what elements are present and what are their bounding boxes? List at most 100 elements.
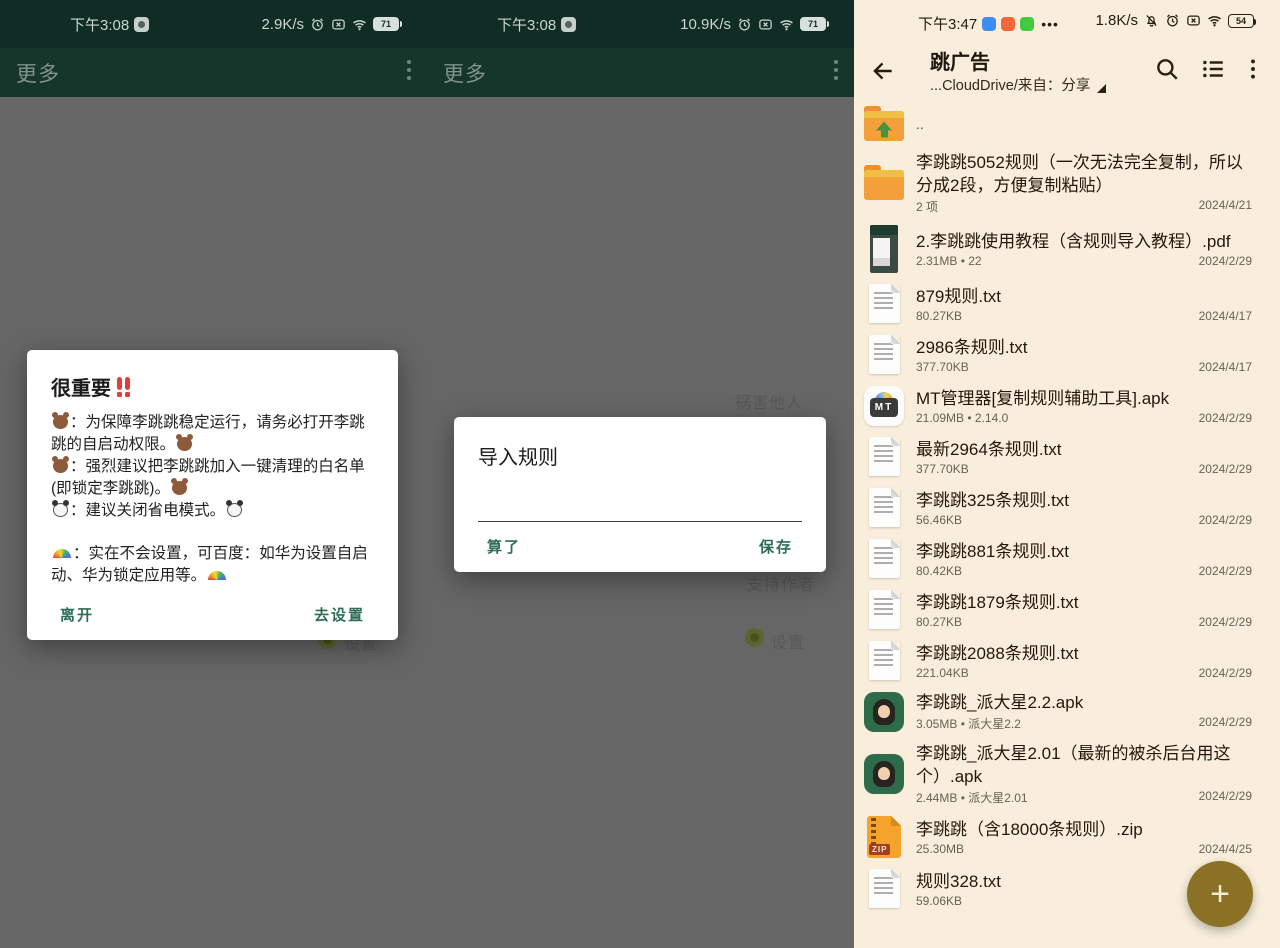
file-date: 2024/2/29 xyxy=(1199,564,1252,578)
toolbar: 跳广告 ...CloudDrive/来自：分享 xyxy=(854,44,1280,102)
status-bar: 下午3:08 2.9K/s 71 xyxy=(0,0,427,48)
file-meta: 21.09MB • 2.14.0 xyxy=(916,411,1008,425)
folder-icon xyxy=(864,170,904,200)
file-row[interactable]: 李跳跳2088条规则.txt 221.04KB 2024/2/29 xyxy=(854,635,1280,686)
notification-chip-icon xyxy=(982,17,996,31)
no-sim-icon xyxy=(758,17,773,32)
file-row[interactable]: .. xyxy=(854,102,1280,146)
back-arrow-icon[interactable] xyxy=(870,58,896,84)
file-name: 879规则.txt xyxy=(916,285,1252,308)
file-name: 李跳跳（含18000条规则）.zip xyxy=(916,818,1252,841)
mt-manager-apk-icon: MT xyxy=(864,386,904,426)
net-speed: 10.9K/s xyxy=(680,16,731,33)
file-meta: 2.44MB • 派大星2.01 xyxy=(916,789,1028,806)
file-name: 最新2964条规则.txt xyxy=(916,438,1252,461)
panel-right-file-manager: 下午3:47 ••• 1.8K/s 54 跳广告 ...CloudDrive/来… xyxy=(854,0,1280,948)
leave-button[interactable]: 离开 xyxy=(60,604,94,625)
file-row[interactable]: 李跳跳5052规则（一次无法完全复制，所以分成2段，方便复制粘贴） 2 项 20… xyxy=(854,146,1280,220)
file-date: 2024/2/29 xyxy=(1199,254,1252,268)
rules-input[interactable] xyxy=(478,496,802,522)
file-meta: 80.27KB xyxy=(916,615,962,629)
double-exclamation-icon xyxy=(117,377,130,397)
bg-item-harm: 祸害他人 xyxy=(735,389,803,413)
file-row[interactable]: 最新2964条规则.txt 377.70KB 2024/2/29 xyxy=(854,431,1280,482)
file-row[interactable]: 2986条规则.txt 377.70KB 2024/4/17 xyxy=(854,329,1280,380)
no-sim-icon xyxy=(1186,13,1201,28)
notification-chip-icon xyxy=(1020,17,1034,31)
file-date: 2024/4/25 xyxy=(1199,842,1252,856)
file-date: 2024/2/29 xyxy=(1199,615,1252,629)
file-row[interactable]: 李跳跳_派大星2.2.apk 3.05MB • 派大星2.2 2024/2/29 xyxy=(854,686,1280,737)
go-settings-button[interactable]: 去设置 xyxy=(314,604,365,625)
up-arrow-icon xyxy=(876,122,892,131)
file-name: MT管理器[复制规则辅助工具].apk xyxy=(916,387,1252,410)
battery-icon: 71 xyxy=(800,17,826,31)
file-date: 2024/4/17 xyxy=(1199,309,1252,323)
bear-emoji-icon xyxy=(172,481,187,495)
file-row[interactable]: 李跳跳325条规则.txt 56.46KB 2024/2/29 xyxy=(854,482,1280,533)
status-bar: 下午3:08 10.9K/s 71 xyxy=(427,0,854,48)
file-row[interactable]: 李跳跳1879条规则.txt 80.27KB 2024/2/29 xyxy=(854,584,1280,635)
page-title: 更多 xyxy=(443,58,487,88)
file-date: 2024/4/17 xyxy=(1199,360,1252,374)
cancel-button[interactable]: 算了 xyxy=(487,536,521,557)
breadcrumb[interactable]: ...CloudDrive/来自：分享 xyxy=(930,74,1106,95)
file-name: 李跳跳2088条规则.txt xyxy=(916,642,1252,665)
app-bar: 更多 xyxy=(0,48,427,97)
text-file-icon xyxy=(869,284,900,323)
important-dialog: 很重要 ：为保障李跳跳稳定运行，请务必打开李跳跳的自启动权限。：强烈建议把李跳跳… xyxy=(27,350,398,640)
add-fab-button[interactable]: + xyxy=(1187,861,1253,927)
file-date: 2024/2/29 xyxy=(1199,715,1252,732)
file-row[interactable]: 李跳跳_派大星2.01（最新的被杀后台用这个）.apk 2.44MB • 派大星… xyxy=(854,737,1280,811)
file-name: .. xyxy=(916,113,1252,136)
overflow-menu-icon[interactable] xyxy=(1240,56,1266,82)
file-meta: 59.06KB xyxy=(916,894,962,908)
notification-chip-icon xyxy=(1001,17,1015,31)
net-speed: 2.9K/s xyxy=(261,16,304,33)
bg-settings-icon xyxy=(745,628,764,647)
parent-folder-icon xyxy=(864,111,904,141)
save-button[interactable]: 保存 xyxy=(759,536,793,557)
dialog-title: 导入规则 xyxy=(478,441,802,470)
file-row[interactable]: 879规则.txt 80.27KB 2024/4/17 xyxy=(854,278,1280,329)
file-date: 2024/4/21 xyxy=(1199,198,1252,215)
net-speed: 1.8K/s xyxy=(1095,12,1138,29)
file-date: 2024/2/29 xyxy=(1199,462,1252,476)
file-date: 2024/2/29 xyxy=(1199,513,1252,527)
panda-emoji-icon xyxy=(53,503,68,517)
status-time: 下午3:47 xyxy=(918,13,977,34)
dialog-body: ：为保障李跳跳稳定运行，请务必打开李跳跳的自启动权限。：强烈建议把李跳跳加入一键… xyxy=(51,412,374,587)
search-icon[interactable] xyxy=(1154,56,1180,82)
bear-emoji-icon xyxy=(53,459,68,473)
text-file-icon xyxy=(869,641,900,680)
file-row[interactable]: MT MT管理器[复制规则辅助工具].apk 21.09MB • 2.14.0 … xyxy=(854,380,1280,431)
file-meta: 377.70KB xyxy=(916,360,969,374)
file-meta: 25.30MB xyxy=(916,842,964,856)
file-meta: 56.46KB xyxy=(916,513,962,527)
panel-middle: 下午3:08 10.9K/s 71 更多 祸害他人 支持作者 设置 导入规则 xyxy=(427,0,854,948)
zip-file-icon: ZIP xyxy=(867,816,901,858)
dialog-title: 很重要 xyxy=(51,372,374,401)
file-row[interactable]: 李跳跳881条规则.txt 80.42KB 2024/2/29 xyxy=(854,533,1280,584)
path-expand-icon xyxy=(1097,84,1106,93)
import-rules-dialog: 导入规则 算了 保存 xyxy=(454,417,826,572)
file-meta: 80.27KB xyxy=(916,309,962,323)
panda-emoji-icon xyxy=(227,503,242,517)
overflow-menu-icon[interactable] xyxy=(407,60,411,82)
status-time: 下午3:08 xyxy=(497,14,556,35)
alarm-icon xyxy=(737,17,752,32)
list-view-icon[interactable] xyxy=(1200,56,1226,82)
file-row[interactable]: 2.李跳跳使用教程（含规则导入教程）.pdf 2.31MB • 22 2024/… xyxy=(854,220,1280,278)
wifi-icon xyxy=(779,17,794,32)
file-name: 李跳跳1879条规则.txt xyxy=(916,591,1252,614)
text-file-icon xyxy=(869,539,900,578)
file-date: 2024/2/29 xyxy=(1199,411,1252,425)
bear-emoji-icon xyxy=(177,437,192,451)
text-file-icon xyxy=(869,488,900,527)
composite-screenshot: 下午3:08 2.9K/s 71 更多 祸害他人 支持作者 设置 很重要 xyxy=(0,0,1280,948)
file-row[interactable]: ZIP 李跳跳（含18000条规则）.zip 25.30MB 2024/4/25 xyxy=(854,811,1280,863)
status-time: 下午3:08 xyxy=(70,14,129,35)
file-meta: 2 项 xyxy=(916,198,938,215)
overflow-menu-icon[interactable] xyxy=(834,60,838,82)
notification-app-icon xyxy=(561,17,576,32)
